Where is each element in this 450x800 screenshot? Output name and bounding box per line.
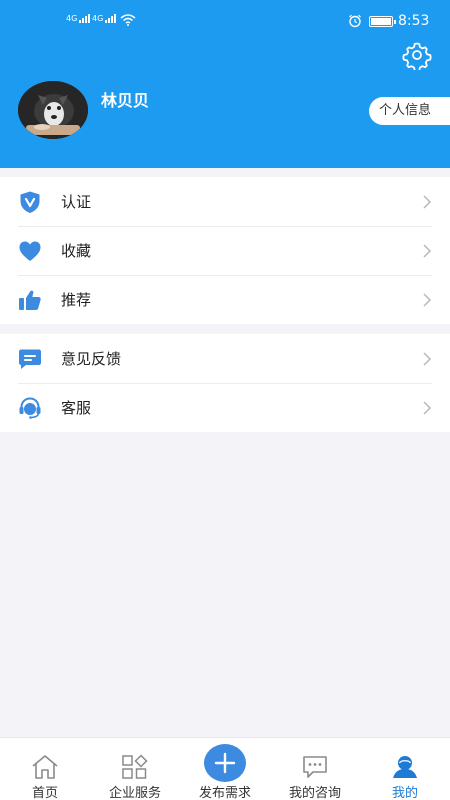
menu-group-primary: 认证 收藏 推荐 <box>0 177 450 324</box>
menu-item-customer-service[interactable]: 客服 <box>0 383 450 432</box>
menu-item-favorites[interactable]: 收藏 <box>0 226 450 275</box>
husky-photo <box>18 81 88 139</box>
user-icon <box>390 752 420 781</box>
wifi-icon <box>120 14 136 26</box>
menu-item-recommend[interactable]: 推荐 <box>0 275 450 324</box>
bottom-tab-bar: 首页 企业服务 发布需求 我的咨询 我的 <box>0 737 450 800</box>
network-type-label: 4G <box>66 14 78 23</box>
chevron-right-icon <box>423 352 432 366</box>
menu-item-label: 认证 <box>61 193 92 211</box>
menu-item-label: 客服 <box>61 399 92 417</box>
tab-post-request[interactable]: 发布需求 <box>190 738 260 800</box>
headset-icon <box>17 395 43 421</box>
menu-group-support: 意见反馈 客服 <box>0 334 450 432</box>
plus-icon <box>204 744 246 782</box>
signal-sim1-icon: 4G <box>66 14 91 23</box>
username: 林贝贝 <box>101 91 150 110</box>
menu-item-label: 意见反馈 <box>61 350 122 368</box>
tab-label: 企业服务 <box>108 786 161 800</box>
shield-v-icon <box>17 189 43 215</box>
menu-item-label: 收藏 <box>61 242 92 260</box>
avatar[interactable] <box>18 81 88 139</box>
tab-label: 发布需求 <box>198 786 251 800</box>
chevron-right-icon <box>423 195 432 209</box>
status-time: 8:53 <box>398 13 430 29</box>
signal-sim2-icon: 4G <box>92 14 117 23</box>
chevron-right-icon <box>423 401 432 415</box>
menu-item-feedback[interactable]: 意见反馈 <box>0 334 450 383</box>
menu-item-label: 推荐 <box>61 291 92 309</box>
chevron-right-icon <box>423 293 432 307</box>
tab-label: 我的 <box>391 786 418 800</box>
heart-icon <box>17 238 43 264</box>
tab-enterprise-services[interactable]: 企业服务 <box>100 738 170 800</box>
chat-icon <box>17 346 43 372</box>
status-bar: 4G 4G 8:53 <box>0 0 450 40</box>
home-icon <box>30 752 60 781</box>
chevron-right-icon <box>423 244 432 258</box>
tab-label: 首页 <box>31 786 58 800</box>
menu-item-certification[interactable]: 认证 <box>0 177 450 226</box>
message-icon <box>300 752 330 781</box>
grid-icon <box>120 752 150 781</box>
network-type-label: 4G <box>92 14 104 23</box>
battery-icon <box>369 16 396 27</box>
tab-my-consultations[interactable]: 我的咨询 <box>280 738 350 800</box>
tab-home[interactable]: 首页 <box>15 738 75 800</box>
thumbs-up-icon <box>17 287 43 313</box>
settings-gear-icon[interactable] <box>402 40 432 70</box>
personal-info-button[interactable]: 个人信息 <box>369 97 450 125</box>
tab-mine[interactable]: 我的 <box>375 738 435 800</box>
profile-header: 4G 4G 8:53 林贝贝 个人信息 <box>0 0 450 168</box>
alarm-icon <box>349 14 361 28</box>
tab-label: 我的咨询 <box>288 786 341 800</box>
